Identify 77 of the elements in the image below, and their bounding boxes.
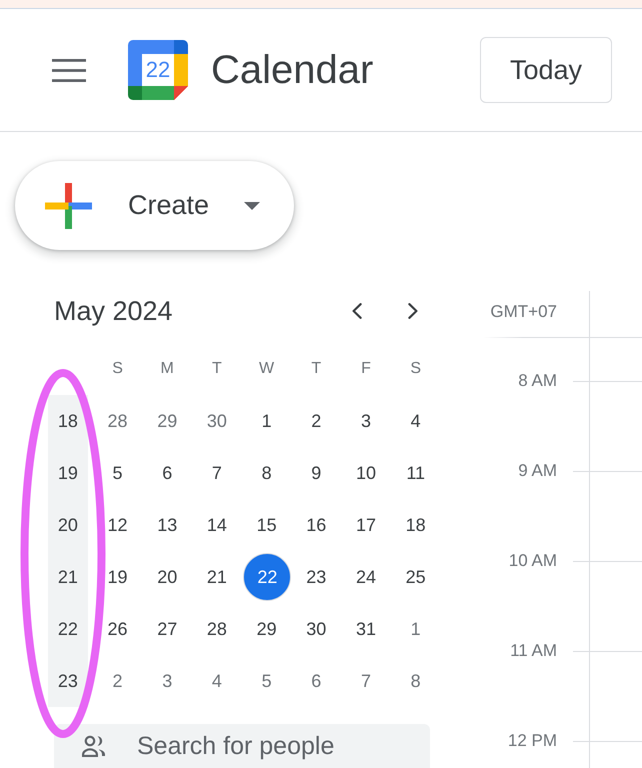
people-icon (82, 735, 106, 757)
calendar-day[interactable]: 8 (244, 450, 290, 496)
time-slot[interactable] (589, 651, 642, 741)
calendar-day[interactable]: 4 (194, 658, 240, 704)
menu-icon[interactable] (52, 58, 86, 82)
calendar-day[interactable]: 22 (243, 553, 292, 601)
chevron-right-icon[interactable] (408, 303, 418, 319)
month-title: May 2024 (54, 296, 173, 326)
weekday-label: S (410, 359, 421, 379)
search-field[interactable]: Search for people (54, 724, 430, 768)
week-number: 23 (48, 655, 88, 707)
calendar-day[interactable]: 5 (244, 658, 290, 704)
calendar-day[interactable]: 20 (144, 554, 190, 600)
week-number: 20 (48, 499, 88, 551)
week-number: 19 (48, 447, 88, 499)
weekday-label: T (311, 359, 322, 379)
caret-icon (244, 202, 260, 210)
calendar-day[interactable]: 3 (144, 658, 190, 704)
week-number: 18 (48, 395, 88, 447)
calendar-day[interactable]: 25 (392, 554, 439, 600)
calendar-day[interactable]: 12 (94, 502, 141, 548)
calendar-day[interactable]: 18 (392, 502, 439, 548)
calendar-day[interactable]: 27 (144, 606, 190, 652)
calendar-day[interactable]: 1 (244, 398, 290, 444)
calendar-day[interactable]: 17 (342, 502, 389, 548)
calendar-day[interactable]: 24 (342, 554, 389, 600)
weekday-label: S (112, 359, 123, 379)
app-title: Calendar (211, 48, 374, 92)
calendar-day[interactable]: 6 (293, 658, 340, 704)
timezone-label: GMT+07 (490, 302, 557, 322)
calendar-day[interactable]: 3 (342, 398, 389, 444)
week-number: 21 (48, 551, 88, 603)
hour-label: 9 AM (518, 461, 557, 481)
calendar-day[interactable]: 21 (194, 554, 240, 600)
calendar-day[interactable]: 31 (342, 606, 389, 652)
calendar-day[interactable]: 8 (392, 658, 439, 704)
calendar-day[interactable]: 2 (94, 658, 141, 704)
calendar-day[interactable]: 10 (342, 450, 389, 496)
calendar-day[interactable]: 5 (94, 450, 141, 496)
calendar-day[interactable]: 28 (194, 606, 240, 652)
week-number: 22 (48, 603, 88, 655)
calendar-day[interactable]: 14 (194, 502, 240, 548)
calendar-day[interactable]: 2 (293, 398, 340, 444)
calendar-day[interactable]: 23 (293, 554, 340, 600)
hour-label: 10 AM (508, 551, 557, 571)
calendar-day[interactable]: 7 (194, 450, 240, 496)
hour-label: 11 AM (510, 641, 557, 661)
weekday-label: T (212, 359, 222, 379)
create-button[interactable]: Create (15, 161, 294, 250)
plus-icon (45, 182, 92, 228)
today-button[interactable]: Today (480, 37, 612, 103)
chevron-left-icon[interactable] (352, 303, 362, 319)
weekday-label: M (160, 359, 174, 379)
calendar-day[interactable]: 29 (244, 606, 290, 652)
calendar-day[interactable]: 26 (94, 606, 141, 652)
weekday-label: F (361, 359, 371, 379)
time-slot[interactable] (589, 471, 642, 561)
calendar-day[interactable]: 6 (144, 450, 190, 496)
time-slot[interactable] (589, 381, 642, 471)
calendar-logo: 22 (128, 40, 188, 100)
weekday-label: W (259, 359, 274, 379)
calendar-day[interactable]: 19 (94, 554, 141, 600)
hour-label: 12 PM (508, 731, 557, 751)
calendar-day[interactable]: 30 (293, 606, 340, 652)
calendar-day[interactable]: 4 (392, 398, 439, 444)
calendar-day[interactable]: 16 (293, 502, 340, 548)
time-slot[interactable] (589, 561, 642, 651)
calendar-day[interactable]: 15 (244, 502, 290, 548)
calendar-day[interactable]: 7 (342, 658, 389, 704)
calendar-day[interactable]: 11 (392, 450, 439, 496)
calendar-day[interactable]: 30 (194, 398, 240, 444)
calendar-day[interactable]: 13 (144, 502, 190, 548)
hour-label: 8 AM (518, 371, 557, 391)
calendar-day[interactable]: 9 (293, 450, 340, 496)
calendar-day[interactable]: 28 (94, 398, 141, 444)
calendar-day[interactable]: 29 (144, 398, 190, 444)
calendar-day[interactable]: 1 (392, 606, 439, 652)
